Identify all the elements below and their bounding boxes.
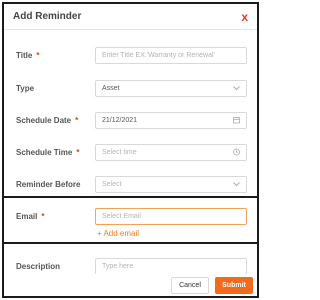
email-row: Email * Select Email	[16, 207, 247, 225]
add-email-link[interactable]: + Add email	[97, 229, 139, 238]
chevron-down-icon	[233, 86, 240, 91]
schedule-date-value: 21/12/2021	[102, 116, 138, 124]
title-row: Title * Enter Title EX:'Warranty or Renew…	[16, 46, 247, 64]
required-marker: *	[36, 50, 40, 60]
chevron-down-icon	[233, 182, 240, 187]
reminder-before-row: Reminder Before Select	[16, 175, 247, 193]
type-select[interactable]: Asset	[95, 79, 247, 97]
reminder-before-select[interactable]: Select	[95, 175, 247, 193]
close-icon[interactable]: x	[241, 11, 248, 23]
required-marker: *	[41, 211, 45, 221]
add-reminder-dialog: Add Reminder x Title * Enter Title EX:'Wa…	[2, 2, 259, 298]
description-row: Description Type here	[16, 257, 247, 275]
email-label: Email *	[16, 211, 45, 221]
schedule-time-label: Schedule Time *	[16, 147, 80, 157]
description-textarea[interactable]: Type here	[95, 257, 247, 275]
clock-icon	[233, 148, 240, 156]
cancel-button[interactable]: Cancel	[171, 276, 209, 294]
dialog-footer: Cancel Submit	[4, 274, 257, 296]
dialog-header: Add Reminder x	[4, 4, 257, 30]
required-marker: *	[75, 115, 79, 125]
dialog-title: Add Reminder	[13, 11, 82, 22]
email-select[interactable]: Select Email	[95, 207, 247, 225]
schedule-date-label: Schedule Date *	[16, 115, 79, 125]
schedule-date-row: Schedule Date * 21/12/2021	[16, 111, 247, 129]
type-row: Type Asset	[16, 79, 247, 97]
description-label: Description	[16, 261, 61, 271]
reminder-before-placeholder: Select	[102, 180, 122, 188]
type-label: Type	[16, 83, 35, 93]
schedule-time-row: Schedule Time * Select time	[16, 143, 247, 161]
reminder-before-label: Reminder Before	[16, 179, 81, 189]
schedule-date-picker[interactable]: 21/12/2021	[95, 111, 247, 129]
required-marker: *	[76, 147, 80, 157]
schedule-time-placeholder: Select time	[102, 148, 137, 156]
schedule-time-picker[interactable]: Select time	[95, 143, 247, 161]
title-label: Title *	[16, 50, 40, 60]
email-placeholder: Select Email	[102, 212, 141, 220]
description-placeholder: Type here	[102, 262, 134, 270]
type-value: Asset	[102, 84, 120, 92]
submit-button[interactable]: Submit	[215, 276, 253, 294]
title-input[interactable]: Enter Title EX:'Warranty or Renewal'	[95, 46, 247, 64]
title-placeholder: Enter Title EX:'Warranty or Renewal'	[102, 51, 215, 59]
calendar-icon	[233, 117, 240, 124]
